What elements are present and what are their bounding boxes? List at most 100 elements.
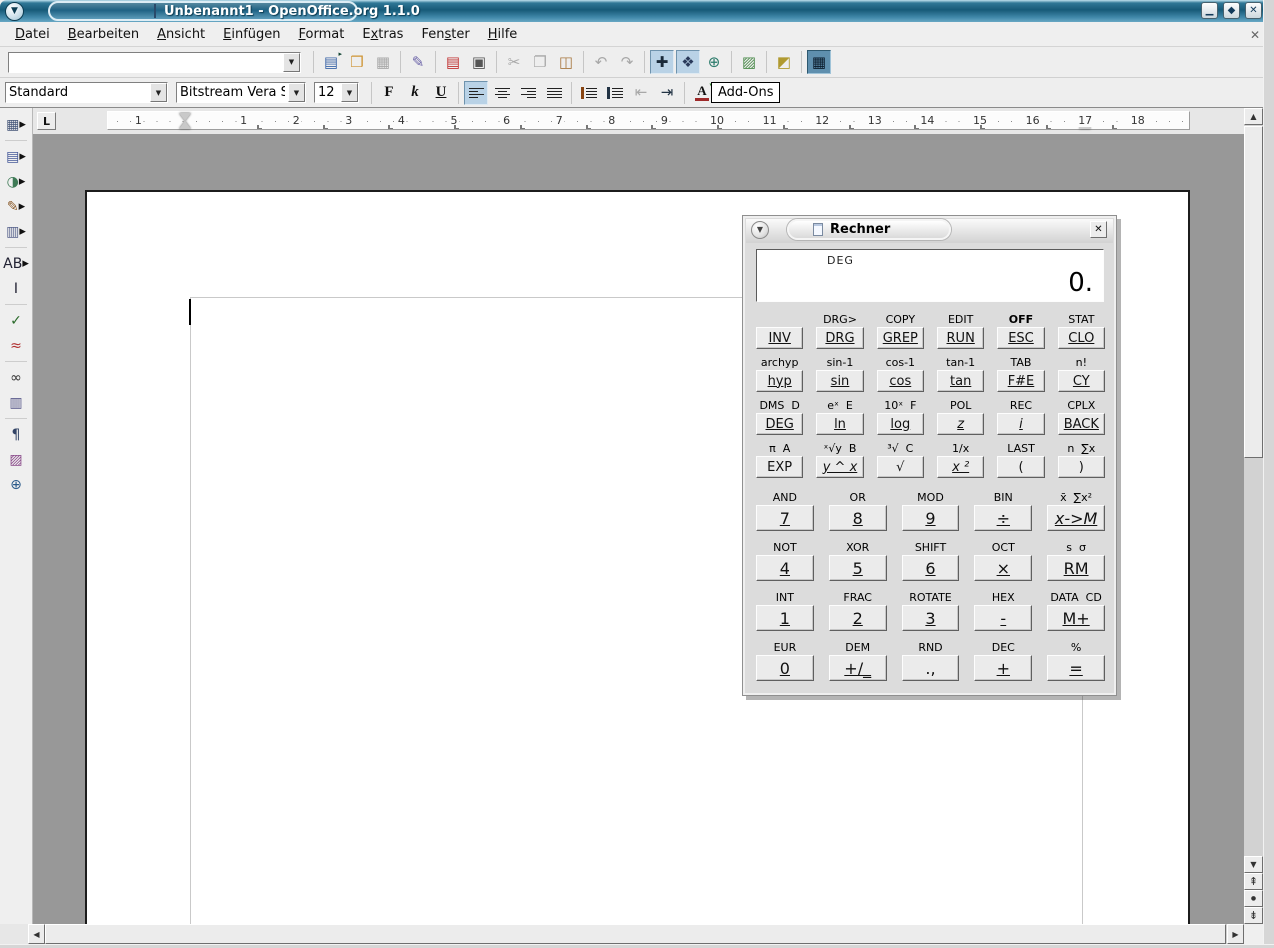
paragraph-style-input[interactable] [6, 83, 150, 102]
calc-button-sqrt[interactable]: √ [877, 456, 924, 478]
insert-fields-button[interactable]: ▤▸ [3, 145, 29, 168]
redo-button[interactable]: ↷ [615, 50, 639, 74]
calc-button-4[interactable]: 4 [756, 555, 814, 581]
calc-button-back[interactable]: BACK [1058, 413, 1105, 435]
bold-button[interactable]: F [377, 81, 401, 105]
scroll-left-button[interactable]: ◀ [28, 924, 45, 944]
calculator-button[interactable]: ▦ [807, 50, 831, 74]
calc-button-i[interactable]: i [997, 413, 1044, 435]
direct-cursor-button[interactable]: I [3, 277, 29, 300]
menu-bearbeiten[interactable]: Bearbeiten [59, 24, 148, 45]
menu-einfgen[interactable]: Einfügen [214, 24, 289, 45]
font-name-dropdown-button[interactable]: ▼ [288, 83, 305, 102]
align-left-button[interactable] [464, 81, 488, 105]
nonprinting-characters-button[interactable]: ¶ [3, 423, 29, 446]
scroll-down-button[interactable]: ▼ [1244, 856, 1263, 873]
calc-button-ln[interactable]: ln [816, 413, 863, 435]
calc-button-exp[interactable]: EXP [756, 456, 803, 478]
spellcheck-button[interactable]: ✓ [3, 309, 29, 332]
add-ons-button[interactable]: ◩ [772, 50, 796, 74]
decrease-indent-button[interactable]: ⇤ [629, 81, 653, 105]
calc-button-m-plus[interactable]: M+ [1047, 605, 1105, 631]
horizontal-scroll-thumb[interactable] [45, 924, 1226, 944]
draw-functions-button[interactable]: ✎▸ [3, 195, 29, 218]
cut-button[interactable]: ✂ [502, 50, 526, 74]
url-input[interactable] [9, 53, 283, 72]
close-button[interactable]: ✕ [1245, 2, 1262, 19]
italic-button[interactable]: k [403, 81, 427, 105]
calc-button-grep[interactable]: GREP [877, 327, 924, 349]
find-replace-button[interactable]: ∞ [3, 366, 29, 389]
stylist-button[interactable]: ❖ [676, 50, 700, 74]
online-layout-button[interactable]: ⊕ [3, 473, 29, 496]
calc-button-6[interactable]: 6 [902, 555, 960, 581]
menu-datei[interactable]: Datei [6, 24, 59, 45]
tab-type-selector[interactable]: L [37, 112, 56, 130]
export-pdf-button[interactable]: ▤ [441, 50, 465, 74]
next-page-button[interactable]: ⇟ [1244, 907, 1263, 924]
window-menu-button[interactable]: ▼ [5, 2, 24, 21]
menu-ansicht[interactable]: Ansicht [148, 24, 214, 45]
menu-extras[interactable]: Extras [353, 24, 412, 45]
calc-button-esc[interactable]: ESC [997, 327, 1044, 349]
previous-page-button[interactable]: ⇞ [1244, 873, 1263, 890]
font-size-dropdown-button[interactable]: ▼ [341, 83, 358, 102]
calc-button-clo[interactable]: CLO [1058, 327, 1105, 349]
data-sources-button[interactable]: ▥ [3, 391, 29, 414]
menu-fenster[interactable]: Fenster [412, 24, 478, 45]
navigation-button[interactable]: ● [1244, 890, 1263, 907]
calc-button-tan[interactable]: tan [937, 370, 984, 392]
calc-button-plus[interactable]: + [974, 655, 1032, 681]
calc-button-2[interactable]: 2 [829, 605, 887, 631]
insert-button[interactable]: ▦▸ [3, 113, 29, 136]
calc-button-paren-open[interactable]: ( [997, 456, 1044, 478]
calc-button-run[interactable]: RUN [937, 327, 984, 349]
menu-hilfe[interactable]: Hilfe [479, 24, 527, 45]
calc-button-equals[interactable]: = [1047, 655, 1105, 681]
insert-object-button[interactable]: ◑▸ [3, 170, 29, 193]
calc-button-drg[interactable]: DRG [816, 327, 863, 349]
calculator-shade-button[interactable]: ▼ [751, 221, 769, 239]
font-size-input[interactable] [315, 83, 341, 102]
open-document-button[interactable]: ❒ [345, 50, 369, 74]
calc-button-1[interactable]: 1 [756, 605, 814, 631]
bullets-on-off-button[interactable] [603, 81, 627, 105]
calc-button-7[interactable]: 7 [756, 505, 814, 531]
calc-button-recall[interactable]: RM [1047, 555, 1105, 581]
calc-button-cos[interactable]: cos [877, 370, 924, 392]
calc-button-hyp[interactable]: hyp [756, 370, 803, 392]
calc-button-paren-close[interactable]: ) [1058, 456, 1105, 478]
align-center-button[interactable] [490, 81, 514, 105]
print-document-button[interactable]: ▣ [467, 50, 491, 74]
calc-button-deg[interactable]: DEG [756, 413, 803, 435]
scroll-up-button[interactable]: ▲ [1244, 108, 1263, 125]
calc-button-log[interactable]: log [877, 413, 924, 435]
paste-button[interactable]: ◫ [554, 50, 578, 74]
maximize-button[interactable]: ◆ [1223, 2, 1240, 19]
calc-button-minus[interactable]: - [974, 605, 1032, 631]
calc-button-z[interactable]: z [937, 413, 984, 435]
calc-button-divide[interactable]: ÷ [974, 505, 1032, 531]
calc-button-multiply[interactable]: × [974, 555, 1032, 581]
url-dropdown-button[interactable]: ▼ [283, 53, 300, 72]
scroll-right-button[interactable]: ▶ [1227, 924, 1244, 944]
align-justify-button[interactable] [542, 81, 566, 105]
titlebar-pill[interactable]: Unbenannt1 - OpenOffice.org 1.1.0 [48, 1, 358, 21]
copy-button[interactable]: ❐ [528, 50, 552, 74]
left-indent-marker[interactable] [179, 121, 191, 129]
gallery-button[interactable]: ▨ [737, 50, 761, 74]
calc-button-sin[interactable]: sin [816, 370, 863, 392]
calc-button-0[interactable]: 0 [756, 655, 814, 681]
document-close-button[interactable]: ✕ [1250, 28, 1260, 42]
calc-button-store[interactable]: x->M [1047, 505, 1105, 531]
calc-button-sign[interactable]: +/_ [829, 655, 887, 681]
minimize-button[interactable]: ▁ [1201, 2, 1218, 19]
undo-button[interactable]: ↶ [589, 50, 613, 74]
calc-button-fe[interactable]: F#E [997, 370, 1044, 392]
new-document-button[interactable]: ▤▸ [319, 50, 343, 74]
auto-spellcheck-button[interactable]: ≈ [3, 334, 29, 357]
vertical-scroll-thumb[interactable] [1244, 126, 1263, 458]
calc-button-square[interactable]: x ² [937, 456, 984, 478]
calculator-titlebar[interactable]: ▼ Rechner ✕ [746, 219, 1113, 243]
numbering-on-off-button[interactable] [577, 81, 601, 105]
